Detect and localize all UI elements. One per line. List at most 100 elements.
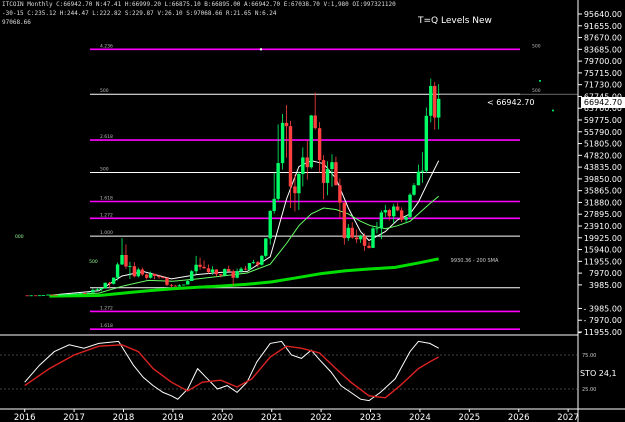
candle-body [124, 254, 128, 267]
candle-body [293, 186, 297, 194]
level-label: 500 [100, 167, 109, 173]
candle-body [198, 264, 202, 267]
price-callout: < 66942.70 [487, 98, 535, 107]
y-tick-label: 87670.00 [584, 34, 622, 43]
candle-body [231, 271, 235, 278]
y-tick-label: 35865.00 [584, 187, 622, 196]
y-tick-label: 19925.00 [584, 234, 622, 243]
candle-body [169, 284, 174, 286]
y-tick-label: 95640.00 [584, 10, 622, 19]
candle-body [54, 294, 58, 296]
candle-body [33, 295, 38, 297]
candle-body [362, 236, 367, 246]
stoch-tick-label: 25.00 [582, 387, 596, 393]
level-label: 1.000 [100, 230, 113, 236]
candle-body [280, 122, 285, 164]
candle-body [342, 202, 347, 239]
candle-body [325, 168, 330, 183]
candle-body [424, 115, 429, 171]
candle-body [264, 238, 268, 256]
y-tick-label: - 7970.00 [583, 316, 622, 325]
candle-body [260, 255, 264, 265]
candle-body [338, 185, 342, 203]
candle-body [177, 285, 182, 287]
x-tick-label: 2027 [557, 413, 579, 422]
candle-body [395, 206, 400, 211]
candle-body [29, 295, 33, 297]
y-tick-label: 79700.00 [584, 57, 622, 66]
y-tick-label: 7970.00 [589, 269, 622, 278]
x-tick-label: 2016 [14, 413, 36, 422]
candle-body [436, 98, 441, 118]
y-tick-label: 43835.00 [584, 163, 622, 172]
candle-body [62, 294, 66, 296]
x-tick-label: 2017 [63, 413, 85, 422]
level-label-right: 500 [532, 88, 541, 94]
candle-body [399, 210, 404, 220]
candle-body [206, 268, 211, 273]
marker-dot [259, 48, 263, 51]
candle-body [145, 274, 149, 278]
candle-body [429, 85, 433, 116]
chart-root: ITCOIN Monthly C:66942.70 N:47.41 H:6699… [0, 0, 625, 422]
candle-body [46, 294, 50, 296]
level-label: 500 [100, 88, 109, 94]
moving-average-line [49, 195, 440, 296]
candle-body [251, 262, 256, 264]
x-tick-label: 2019 [162, 413, 184, 422]
candle-body [358, 236, 363, 240]
y-tick-label: 31880.00 [584, 198, 622, 207]
candle-body [354, 237, 359, 240]
current-price-tag: 66942.70 [581, 97, 625, 108]
x-tick-label: 2018 [113, 413, 135, 422]
candle-body [416, 171, 421, 186]
level-label: 1.618 [100, 195, 113, 201]
candle-body [189, 271, 194, 282]
candle-body [132, 266, 137, 277]
candle-body [70, 293, 75, 295]
marker-dot [539, 79, 541, 82]
side-label: 500 [89, 259, 98, 265]
level-label: 1.272 [100, 212, 113, 218]
candle-body [111, 277, 116, 284]
candle-body [136, 269, 141, 277]
candle-body [404, 216, 408, 220]
candle-body [383, 210, 388, 213]
candle-body [78, 293, 83, 294]
candle-body [243, 268, 248, 270]
y-tick-label: 75715.00 [584, 69, 622, 78]
candle-body [321, 160, 326, 183]
candle-body [120, 254, 124, 265]
candle-body [305, 157, 309, 168]
candle-body [210, 269, 215, 273]
candle-body [91, 289, 95, 293]
y-tick-label: 3985.00 [589, 281, 622, 290]
marker-dot [552, 109, 554, 112]
ma-annotation: 9930.36 - 200 SMA [451, 258, 499, 264]
candle-body [87, 292, 91, 294]
candle-body [412, 185, 416, 195]
candle-body [313, 115, 317, 129]
y-tick-label: 59775.00 [584, 116, 622, 125]
x-tick-label: 2022 [310, 413, 332, 422]
candle-body [367, 245, 371, 248]
y-tick-label: 83685.00 [584, 45, 622, 54]
y-tick-label: 23910.00 [584, 222, 622, 231]
candle-body [379, 212, 384, 229]
candle-body [408, 194, 412, 217]
candle-body [330, 162, 334, 169]
candle-body [157, 275, 161, 278]
x-tick-label: 2026 [508, 413, 530, 422]
chart-canvas: 95640.00 91655.00 87670.00 83685.00 79700.00… [0, 0, 625, 422]
x-tick-label: 2025 [458, 413, 480, 422]
candle-body [50, 294, 54, 296]
candle-body [334, 162, 338, 186]
x-tick-label: 2020 [211, 413, 233, 422]
y-tick-label: 51805.00 [584, 140, 622, 149]
y-tick-label: 71730.00 [584, 81, 622, 90]
candle-body [317, 128, 322, 161]
stoch-label: STO 24,1 [580, 369, 617, 378]
y-tick-label: 47820.00 [584, 151, 622, 160]
x-tick-label: 2024 [409, 413, 431, 422]
side-label: 000 [15, 234, 24, 240]
